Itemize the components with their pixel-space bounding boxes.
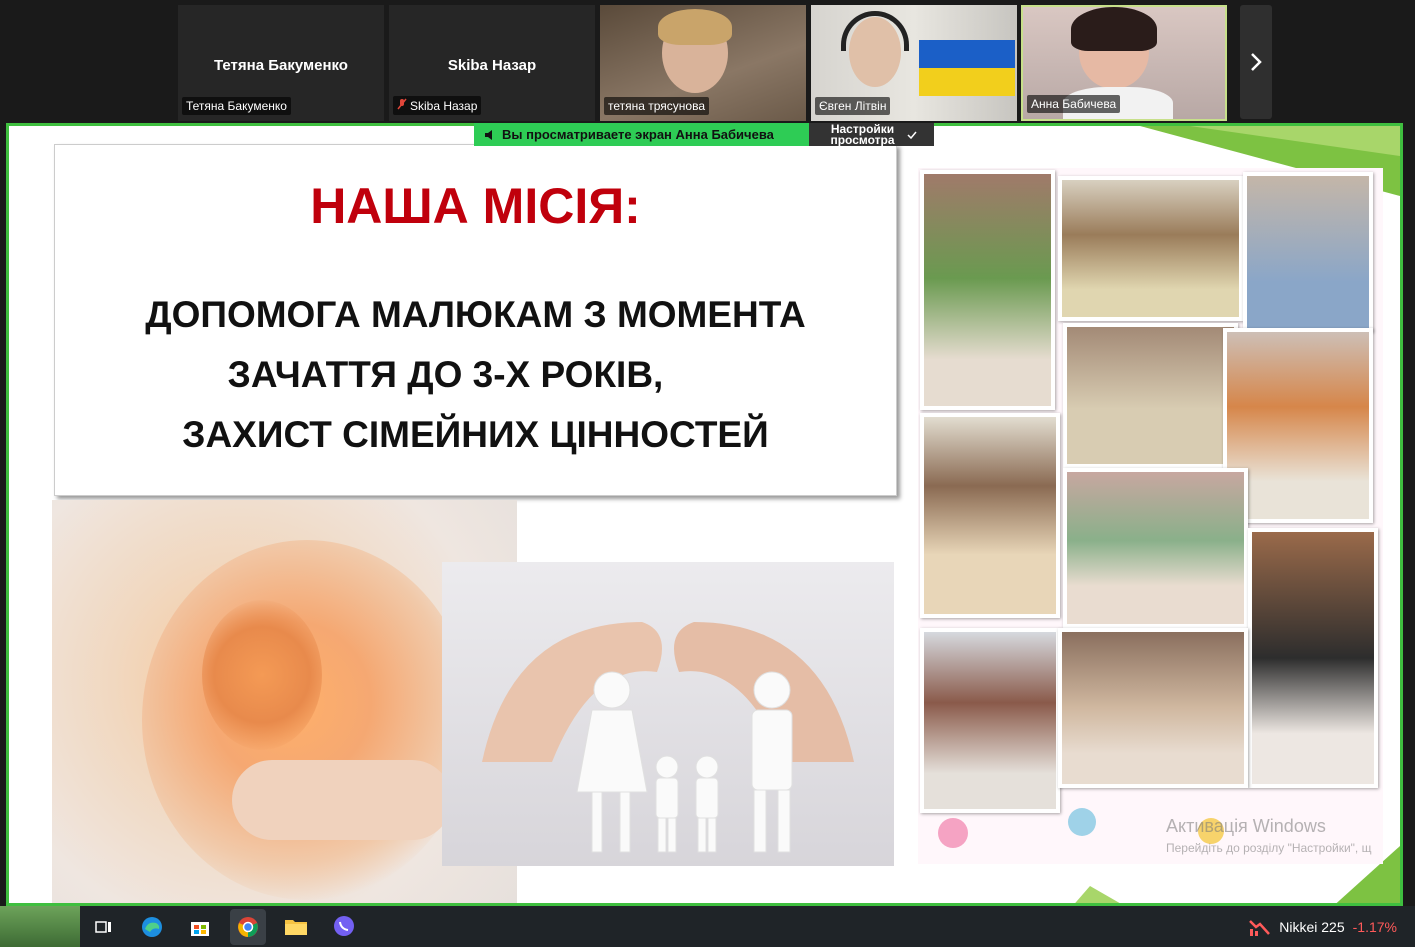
chevron-right-icon [1251, 53, 1262, 71]
participant-name: Тетяна Бакуменко [186, 99, 287, 113]
participant-strip: Тетяна Бакуменко Тетяна Бакуменко Skiba … [0, 0, 1415, 123]
ukraine-flag-yellow [919, 68, 1015, 96]
flower-decoration [1068, 808, 1096, 836]
hands-shape [232, 760, 452, 840]
participant-display-name: Skiba Назар [447, 57, 537, 74]
zoom-meeting-window: Тетяна Бакуменко Тетяна Бакуменко Skiba … [0, 0, 1415, 947]
ticker-change: -1.17% [1352, 918, 1397, 935]
participant-display-name: Тетяна Бакуменко [214, 57, 348, 74]
collage-photo [1058, 628, 1248, 788]
collage-photo [1243, 172, 1373, 332]
collage-photo [1063, 323, 1238, 468]
participant-tile[interactable]: Skiba Назар Skiba Назар [389, 5, 595, 121]
collage-photo [920, 628, 1060, 813]
participant-name: Skiba Назар [410, 98, 478, 113]
participant-name: Анна Бабичева [1031, 97, 1117, 111]
screen-share-text: Вы просматриваете экран Анна Бабичева [502, 127, 774, 142]
mission-line: ЗАХИСТ СІМЕЙНИХ ЦІННОСТЕЙ [182, 414, 769, 455]
mission-text: ДОПОМОГА МАЛЮКАМ З МОМЕНТА ЗАЧАТТЯ ДО 3-… [55, 285, 896, 465]
ukraine-flag-blue [919, 40, 1015, 68]
mission-line: ДОПОМОГА МАЛЮКАМ З МОМЕНТА [145, 294, 806, 335]
windows-taskbar: Nikkei 225 -1.17% [0, 906, 1415, 947]
windows-activation-hint: Перейдіть до розділу "Настройки", щ [1166, 841, 1372, 855]
participant-video-tile[interactable]: тетяна трясунова [600, 5, 806, 121]
participant-name: тетяна трясунова [608, 99, 706, 113]
file-explorer-icon[interactable] [278, 909, 314, 945]
participant-video-tile-active-speaker[interactable]: Анна Бабичева [1021, 5, 1227, 121]
mic-muted-icon [397, 98, 407, 113]
screen-share-banner: Вы просматриваете экран Анна Бабичева [474, 123, 809, 146]
store-icon[interactable] [182, 909, 218, 945]
collage-photo [920, 413, 1060, 618]
headphones-icon [841, 11, 909, 51]
participant-name-tag: Тетяна Бакуменко [182, 97, 291, 115]
slide-title-box: НАША МІСІЯ: ДОПОМОГА МАЛЮКАМ З МОМЕНТА З… [54, 144, 897, 496]
photo-collage [918, 168, 1383, 864]
stock-chart-icon [1249, 919, 1271, 936]
edge-icon[interactable] [134, 909, 170, 945]
windows-activation-watermark: Активація Windows [1166, 816, 1326, 836]
shared-screen: НАША МІСІЯ: ДОПОМОГА МАЛЮКАМ З МОМЕНТА З… [6, 123, 1403, 906]
next-participants-button[interactable] [1240, 5, 1272, 119]
collage-photo [920, 170, 1055, 410]
view-settings-label: Настройки просмотра [830, 121, 895, 147]
participant-name: Євген Літвін [819, 99, 887, 113]
chevron-down-icon [906, 131, 917, 139]
collage-photo [1058, 176, 1243, 321]
participant-hair [1071, 7, 1157, 51]
participant-hair [658, 9, 732, 45]
participant-name-tag: Анна Бабичева [1027, 95, 1121, 113]
participant-name-tag: Skiba Назар [393, 96, 482, 115]
speaker-icon [485, 129, 492, 140]
participant-name-tag: Євген Літвін [815, 97, 891, 115]
collage-photo [1063, 468, 1248, 628]
participant-video-tile[interactable]: Євген Літвін [811, 5, 1017, 121]
mission-line: ЗАЧАТТЯ ДО 3-Х РОКІВ, [227, 354, 664, 395]
flower-decoration [938, 818, 968, 848]
participant-tile[interactable]: Тетяна Бакуменко Тетяна Бакуменко [178, 5, 384, 121]
family-protection-image [442, 562, 894, 866]
participant-name-tag: тетяна трясунова [604, 97, 710, 115]
stock-ticker[interactable]: Nikkei 225 -1.17% [1249, 906, 1397, 947]
task-view-icon[interactable] [86, 909, 122, 945]
desktop-thumbnail-icon[interactable] [0, 906, 80, 947]
view-settings-button[interactable]: Настройки просмотра [809, 123, 934, 146]
viber-icon[interactable] [326, 909, 362, 945]
slide-title: НАША МІСІЯ: [310, 178, 641, 234]
chrome-icon[interactable] [230, 908, 266, 945]
collage-photo [1248, 528, 1378, 788]
family-illustration [482, 622, 854, 853]
baby-shape [202, 600, 322, 750]
ticker-name: Nikkei 225 [1279, 918, 1345, 935]
